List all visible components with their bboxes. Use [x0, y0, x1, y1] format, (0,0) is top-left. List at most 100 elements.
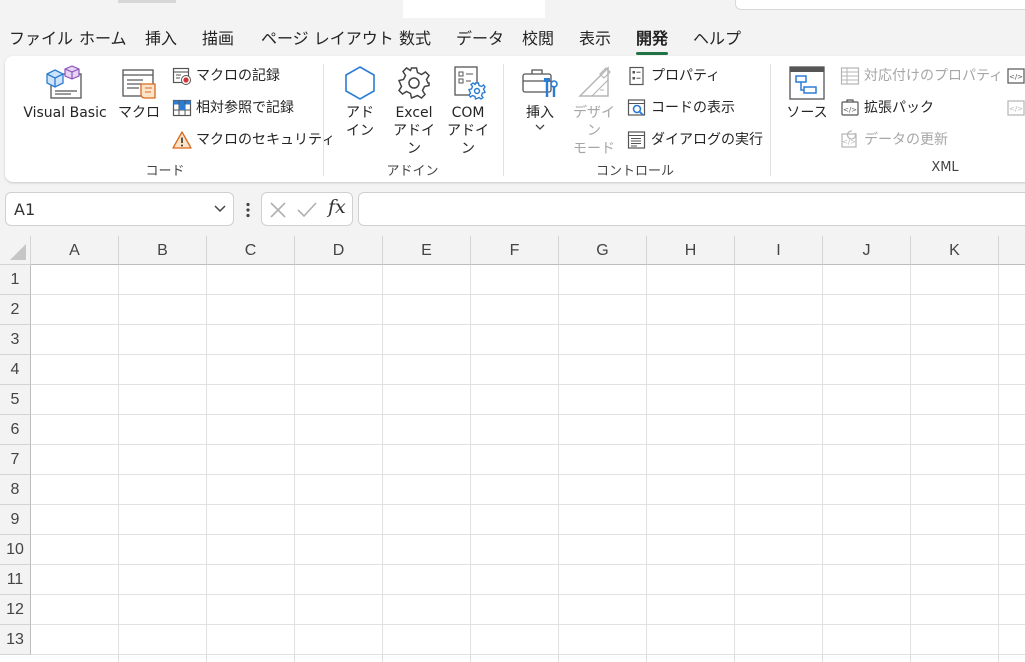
svg-text:</>: </>	[1009, 73, 1023, 81]
record-macro-icon	[172, 67, 191, 85]
grid-line	[31, 534, 1025, 535]
design-mode-label-line1: デザイン	[573, 105, 615, 139]
formula-actions: fx	[261, 192, 353, 226]
xml-source-button[interactable]: ソース	[783, 64, 831, 122]
run-dialog-icon	[627, 131, 646, 149]
row-header[interactable]: 10	[0, 535, 31, 565]
ribbon-separator	[503, 64, 504, 176]
ribbon-tabs: ファイル ホーム 挿入 描画 ページ レイアウト 数式 データ 校閲 表示 開発…	[0, 24, 1025, 55]
grid-line	[31, 384, 1025, 385]
row-header[interactable]: 13	[0, 625, 31, 655]
grid-line	[31, 564, 1025, 565]
warning-icon	[172, 131, 192, 149]
tab-draw[interactable]: 描画	[202, 28, 234, 50]
com-addin-icon	[454, 66, 486, 100]
row-header[interactable]: 4	[0, 355, 31, 385]
enter-check-icon[interactable]	[296, 200, 318, 220]
tab-page-layout[interactable]: ページ レイアウト	[261, 28, 394, 50]
insert-control-button[interactable]: 挿入	[516, 64, 564, 131]
tab-file[interactable]: ファイル	[9, 28, 73, 50]
ribbon-panel: Visual Basic マクロ マクロの記録 相対参照で記録 マクロのセキュリ…	[5, 56, 1025, 182]
row-header[interactable]: 1	[0, 265, 31, 295]
row-header[interactable]: 9	[0, 505, 31, 535]
tab-developer[interactable]: 開発	[636, 28, 669, 55]
refresh-data-icon: </>	[841, 130, 857, 148]
tab-insert[interactable]: 挿入	[145, 28, 177, 50]
column-header[interactable]: H	[647, 236, 735, 265]
formula-bar: A1 fx	[0, 190, 1025, 230]
column-header[interactable]: E	[383, 236, 471, 265]
column-header[interactable]: J	[823, 236, 911, 265]
cancel-icon[interactable]	[268, 200, 288, 220]
grid-line	[31, 294, 1025, 295]
com-addins-label-line1: COM	[451, 105, 485, 121]
com-addins-label-line2: アドイン	[447, 123, 489, 157]
column-header[interactable]: I	[735, 236, 823, 265]
addins-label-line2: イン	[346, 123, 374, 139]
chevron-down-icon[interactable]	[213, 203, 227, 215]
tab-view[interactable]: 表示	[579, 28, 611, 50]
excel-addins-label-line1: Excel	[395, 105, 433, 121]
macros-button[interactable]: マクロ	[115, 64, 163, 122]
svg-text:</>: </>	[1009, 105, 1023, 113]
row-header[interactable]: 8	[0, 475, 31, 505]
addins-button[interactable]: アド イン	[336, 64, 384, 140]
row-header[interactable]: 11	[0, 565, 31, 595]
title-strip-decor	[118, 0, 176, 3]
tab-data[interactable]: データ	[456, 28, 504, 50]
group-label-addins: アドイン	[386, 164, 439, 179]
column-header[interactable]: C	[207, 236, 295, 265]
column-header[interactable]: F	[471, 236, 559, 265]
row-header[interactable]: 7	[0, 445, 31, 475]
more-options-icon[interactable]	[245, 202, 251, 218]
properties-label: プロパティ	[651, 68, 721, 84]
tab-home[interactable]: ホーム	[79, 28, 127, 50]
grid-line	[31, 624, 1025, 625]
excel-addins-button[interactable]: Excel アドイン	[388, 64, 440, 158]
export-icon[interactable]: </>	[1005, 98, 1025, 118]
design-mode-icon	[578, 66, 611, 97]
group-label-code: コード	[145, 164, 185, 179]
grid-line	[31, 414, 1025, 415]
map-properties-label: 対応付けのプロパティ	[864, 68, 1004, 84]
name-box[interactable]: A1	[5, 192, 234, 226]
tab-review[interactable]: 校閲	[522, 28, 554, 50]
grid-line	[31, 444, 1025, 445]
tab-formulas[interactable]: 数式	[399, 28, 431, 50]
grid-line	[31, 504, 1025, 505]
com-addins-button[interactable]: COM アドイン	[442, 64, 494, 158]
visual-basic-button[interactable]: Visual Basic	[21, 64, 109, 122]
row-header[interactable]: 2	[0, 295, 31, 325]
row-header[interactable]: 6	[0, 415, 31, 445]
column-header[interactable]: K	[911, 236, 999, 265]
design-mode-button[interactable]: デザイン モード	[567, 64, 621, 158]
cell-area[interactable]	[31, 265, 1025, 662]
column-header[interactable]: A	[31, 236, 119, 265]
insert-function-icon[interactable]: fx	[328, 196, 346, 218]
column-header[interactable]: B	[119, 236, 207, 265]
grid-line	[31, 474, 1025, 475]
refresh-data-label: データの更新	[864, 132, 948, 148]
xml-source-icon	[789, 66, 825, 100]
macros-label: マクロ	[118, 105, 160, 121]
row-header[interactable]: 5	[0, 385, 31, 415]
addins-label-line1: アド	[346, 105, 374, 121]
import-icon[interactable]: </>	[1005, 66, 1025, 86]
row-header[interactable]: 12	[0, 595, 31, 625]
column-header[interactable]: G	[559, 236, 647, 265]
relative-reference-label: 相対参照で記録	[196, 100, 294, 116]
tab-help[interactable]: ヘルプ	[693, 28, 741, 50]
column-header[interactable]: D	[295, 236, 383, 265]
gear-icon	[397, 67, 430, 100]
spreadsheet-grid: A B C D E F G H I J K 1 2 3 4 5 6 7 8 9 10 11 12 13	[0, 236, 1025, 662]
expansion-packs-label: 拡張パック	[864, 100, 934, 116]
column-header[interactable]	[999, 236, 1025, 265]
row-header[interactable]: 3	[0, 325, 31, 355]
visual-basic-icon	[46, 65, 82, 99]
group-label-xml: XML	[931, 160, 959, 175]
record-macro-label: マクロの記録	[196, 68, 280, 84]
macros-icon	[122, 69, 156, 99]
select-all-corner[interactable]	[0, 236, 31, 265]
formula-input[interactable]	[358, 192, 1025, 226]
grid-line	[31, 654, 1025, 655]
